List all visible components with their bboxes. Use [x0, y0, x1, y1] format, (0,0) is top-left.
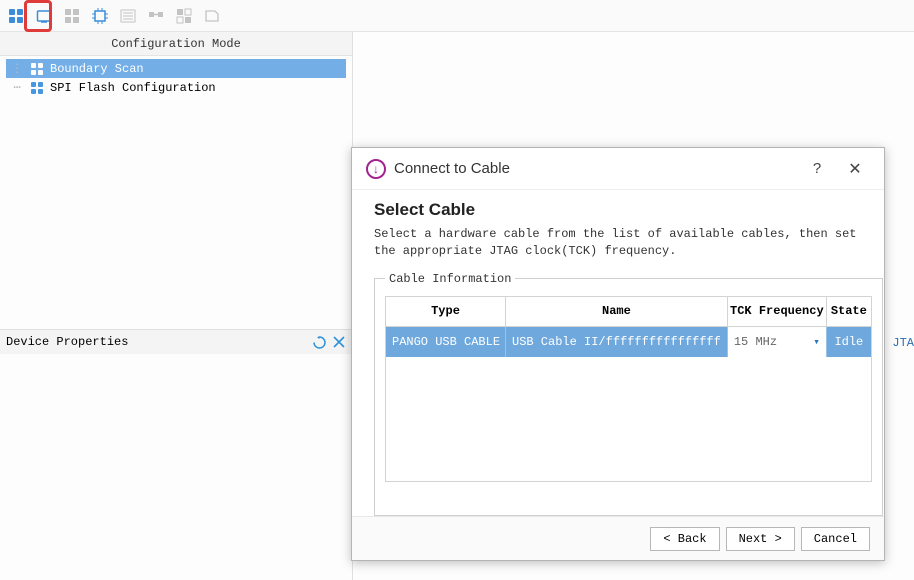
next-button[interactable]: Next >	[726, 527, 795, 551]
config-mode-title: Configuration Mode	[111, 37, 241, 51]
toolbar	[0, 0, 914, 32]
help-icon[interactable]: ?	[802, 160, 832, 177]
cable-table-header: Type Name TCK Frequency State	[386, 297, 871, 327]
tree-branch-icon: ⋯	[10, 80, 24, 95]
close-panel-icon[interactable]	[332, 335, 346, 349]
toolbar-list-icon[interactable]	[118, 6, 138, 26]
col-freq: TCK Frequency	[728, 297, 827, 326]
boundary-scan-icon	[30, 62, 44, 76]
connect-cable-dialog: ↓ Connect to Cable ? ✕ Select Cable Sele…	[351, 147, 885, 561]
close-icon[interactable]: ✕	[840, 159, 870, 179]
cancel-button[interactable]: Cancel	[801, 527, 870, 551]
tree-item-spi-flash[interactable]: ⋯ SPI Flash Configuration	[6, 78, 346, 97]
col-state: State	[827, 297, 871, 326]
back-button[interactable]: < Back	[650, 527, 719, 551]
tree-branch-icon: ⋮	[10, 61, 24, 76]
chevron-down-icon: ▾	[813, 335, 820, 349]
tree-item-boundary-scan[interactable]: ⋮ Boundary Scan	[6, 59, 346, 78]
device-properties-body	[0, 354, 352, 580]
spi-flash-icon	[30, 81, 44, 95]
tree-item-label: SPI Flash Configuration	[50, 81, 216, 95]
row-name: USB Cable II/ffffffffffffffff	[506, 327, 728, 357]
left-sidebar: Configuration Mode ⋮ Boundary Scan ⋯ SPI…	[0, 32, 353, 580]
cable-table: Type Name TCK Frequency State PANGO USB …	[385, 296, 872, 482]
dialog-titlebar: ↓ Connect to Cable ? ✕	[352, 148, 884, 190]
device-properties-header: Device Properties	[0, 329, 352, 354]
refresh-icon[interactable]	[312, 335, 326, 349]
row-type: PANGO USB CABLE II	[386, 327, 506, 357]
freq-selected-value: 15 MHz	[734, 335, 777, 349]
col-name: Name	[506, 297, 728, 326]
toolbar-icon-6[interactable]	[146, 6, 166, 26]
toolbar-icon-7[interactable]	[174, 6, 194, 26]
tck-frequency-select[interactable]: 15 MHz ▾ 15 MHz 10 MHz 5 MHz 1 MHz 500 K…	[728, 327, 826, 357]
device-properties-title: Device Properties	[6, 335, 312, 349]
toolbar-icon-8[interactable]	[202, 6, 222, 26]
cable-info-fieldset: Cable Information Type Name TCK Frequenc…	[374, 272, 883, 516]
col-type: Type	[386, 297, 506, 326]
dialog-title: Connect to Cable	[394, 160, 510, 177]
toolbar-chip-icon[interactable]	[90, 6, 110, 26]
dialog-footer: < Back Next > Cancel	[352, 516, 884, 560]
toolbar-icon-3[interactable]	[62, 6, 82, 26]
row-state: Idle	[827, 327, 871, 357]
toolbar-icon-1[interactable]	[6, 6, 26, 26]
dialog-description: Select a hardware cable from the list of…	[374, 226, 862, 260]
cable-info-legend: Cable Information	[385, 272, 515, 286]
config-mode-header: Configuration Mode	[0, 32, 352, 56]
config-mode-tree: ⋮ Boundary Scan ⋯ SPI Flash Configuratio…	[0, 56, 352, 103]
tree-item-label: Boundary Scan	[50, 62, 144, 76]
toolbar-connect-icon[interactable]	[34, 6, 54, 26]
cable-table-row[interactable]: PANGO USB CABLE II USB Cable II/ffffffff…	[386, 327, 871, 357]
dialog-heading: Select Cable	[374, 200, 862, 220]
download-icon: ↓	[366, 159, 386, 179]
